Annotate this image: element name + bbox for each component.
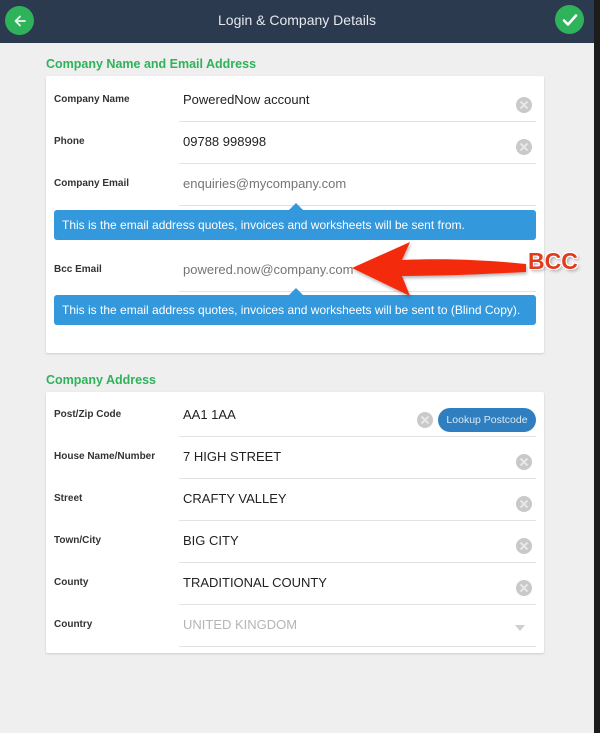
town-input[interactable] [183,533,503,548]
postcode-label: Post/Zip Code [54,409,122,420]
section-title-company: Company Name and Email Address [46,57,257,71]
chevron-down-icon[interactable] [515,625,525,631]
phone-input[interactable] [183,134,503,149]
clear-icon[interactable] [516,454,532,470]
page-title: Login & Company Details [218,12,376,28]
street-label: Street [54,493,83,504]
company-email-tooltip: This is the email address quotes, invoic… [54,203,536,240]
phone-row: Phone [46,122,544,164]
clear-icon[interactable] [417,412,433,428]
house-input[interactable] [183,449,503,464]
county-row: County [46,563,544,605]
postcode-input[interactable] [183,407,403,422]
company-email-label: Company Email [54,178,130,189]
country-label: Country [54,619,93,630]
county-label: County [54,577,89,588]
company-name-input[interactable] [183,92,503,107]
street-input[interactable] [183,491,503,506]
house-row: House Name/Number [46,437,544,479]
clear-icon[interactable] [516,538,532,554]
checkmark-icon [562,13,577,26]
divider [179,646,536,647]
section-title-address: Company Address [46,373,156,387]
top-bar: Login & Company Details [0,0,594,43]
postcode-row: Post/Zip Code Lookup Postcode [46,395,544,437]
bcc-email-label: Bcc Email [54,264,102,275]
company-email-row: Company Email [46,164,544,206]
clear-icon[interactable] [516,139,532,155]
country-select[interactable]: UNITED KINGDOM [183,617,503,632]
address-card: Post/Zip Code Lookup Postcode House Name… [46,392,544,653]
lookup-postcode-button[interactable]: Lookup Postcode [438,408,536,432]
app-window: Login & Company Details Company Name and… [0,0,594,733]
company-email-input[interactable] [183,176,503,191]
annotation-arrow-icon [352,242,526,296]
divider [179,205,536,206]
annotation-label: BCC [528,248,578,274]
town-label: Town/City [54,535,102,546]
company-card: Company Name Phone Company Email This is… [46,76,544,353]
street-row: Street [46,479,544,521]
phone-label: Phone [54,136,85,147]
town-row: Town/City [46,521,544,563]
clear-icon[interactable] [516,97,532,113]
clear-icon[interactable] [516,580,532,596]
county-input[interactable] [183,575,503,590]
clear-icon[interactable] [516,496,532,512]
confirm-button[interactable] [555,5,584,34]
company-name-label: Company Name [54,94,130,105]
company-name-row: Company Name [46,80,544,122]
country-row: Country UNITED KINGDOM [46,605,544,647]
house-label: House Name/Number [54,451,156,462]
